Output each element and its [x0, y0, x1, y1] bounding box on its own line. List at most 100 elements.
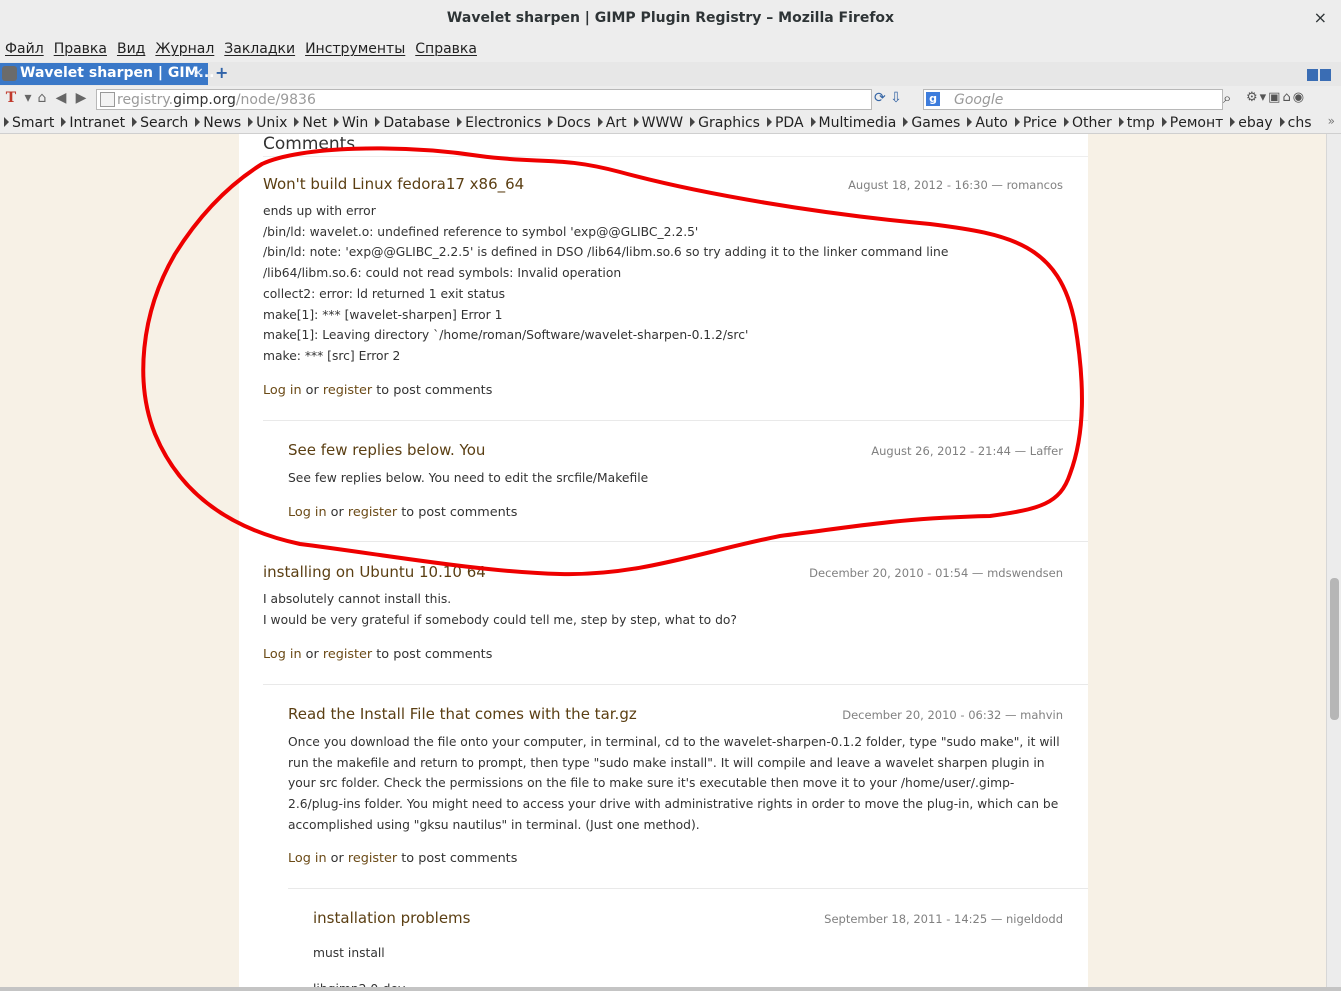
bookmark-folder-tmp[interactable]: tmp — [1115, 113, 1158, 131]
bookmark-folder-intranet[interactable]: Intranet — [57, 113, 128, 131]
bookmark-folder-remont[interactable]: Ремонт — [1158, 113, 1227, 131]
comment-line: /bin/ld: wavelet.o: undefined reference … — [263, 224, 699, 239]
google-engine-icon[interactable]: g — [926, 92, 940, 106]
bookmark-folder-search[interactable]: Search — [128, 113, 191, 131]
bookmark-folder-www[interactable]: WWW — [630, 113, 687, 131]
comment-line: must install — [313, 946, 385, 960]
bookmark-folder-ebay[interactable]: ebay — [1226, 113, 1275, 131]
comment-divider — [288, 541, 1088, 542]
search-magnifier-icon[interactable]: ⌕ — [1223, 89, 1240, 107]
menu-tools[interactable]: Инструменты — [300, 38, 410, 57]
url-path: /node/9836 — [235, 92, 316, 108]
register-link[interactable]: register — [348, 505, 397, 520]
tab-list-icons[interactable] — [1307, 66, 1335, 82]
tab-bar: Wavelet sharpen | GIM... × + — [0, 62, 1341, 87]
bookmark-folder-net[interactable]: Net — [290, 113, 330, 131]
bookmark-folder-other[interactable]: Other — [1060, 113, 1115, 131]
comment-divider — [263, 420, 1088, 421]
tab-group-icon[interactable] — [1307, 69, 1318, 81]
comment-meta: August 26, 2012 - 21:44 — Laffer — [871, 444, 1063, 458]
bookmark-folder-win[interactable]: Win — [330, 113, 371, 131]
bookmark-folder-chs[interactable]: chs — [1276, 113, 1315, 131]
comment-line: See few replies below. You need to edit … — [288, 471, 649, 485]
bookmark-folder-auto[interactable]: Auto — [963, 113, 1011, 131]
bookmarks-overflow-icon[interactable]: » — [1328, 114, 1335, 128]
bookmark-folder-multimedia[interactable]: Multimedia — [807, 113, 900, 131]
comment-line: I would be very grateful if somebody cou… — [263, 612, 737, 627]
tab-close-button[interactable]: × — [192, 65, 204, 81]
comment-line: /bin/ld: note: 'exp@@GLIBC_2.2.5' is def… — [263, 245, 949, 260]
register-link[interactable]: register — [323, 647, 372, 662]
post-comments-text: to post comments — [376, 647, 493, 662]
navigation-toolbar: T ▾ ⌂ ◀ ▶ registry.gimp.org/node/9836 ⟳ … — [0, 86, 1341, 112]
comment-body: ends up with error /bin/ld: wavelet.o: u… — [263, 201, 1063, 367]
menu-bookmarks[interactable]: Закладки — [219, 38, 300, 57]
comment-line: make[1]: *** [wavelet-sharpen] Error 1 — [263, 307, 503, 322]
comment-links: Log in or register to post comments — [263, 383, 492, 398]
bookmark-folder-graphics[interactable]: Graphics — [686, 113, 763, 131]
new-tab-button[interactable]: + — [215, 63, 228, 82]
reload-icon[interactable]: ⟳ ⇩ — [874, 90, 902, 106]
page-viewport: Comments Won't build Linux fedora17 x86_… — [0, 134, 1326, 991]
or-text: or — [305, 383, 319, 398]
url-bar[interactable]: registry.gimp.org/node/9836 — [96, 89, 872, 110]
url-domain: gimp.org — [173, 92, 236, 108]
bookmark-folder-database[interactable]: Database — [371, 113, 453, 131]
scrollbar-thumb[interactable] — [1330, 578, 1339, 720]
comment-meta: September 18, 2011 - 14:25 — nigeldodd — [824, 912, 1063, 926]
comment-links: Log in or register to post comments — [288, 851, 517, 866]
comment-body: Once you download the file onto your com… — [288, 732, 1065, 836]
register-link[interactable]: register — [348, 851, 397, 866]
back-icon[interactable]: ◀ — [53, 90, 69, 108]
post-comments-text: to post comments — [401, 505, 518, 520]
tab-list-icon[interactable] — [1320, 69, 1331, 81]
comment-title-link[interactable]: installation problems — [313, 909, 470, 927]
comment-line: /lib64/libm.so.6: could not read symbols… — [263, 266, 622, 281]
bookmark-folder-pda[interactable]: PDA — [763, 113, 807, 131]
bookmark-folder-smart[interactable]: Smart — [0, 113, 57, 131]
bookmark-folder-art[interactable]: Art — [594, 113, 630, 131]
bookmark-folder-price[interactable]: Price — [1011, 113, 1060, 131]
comment-title-link[interactable]: See few replies below. You — [288, 441, 485, 459]
bookmark-folder-unix[interactable]: Unix — [244, 113, 290, 131]
comment-links: Log in or register to post comments — [288, 505, 517, 520]
menu-help[interactable]: Справка — [410, 38, 482, 57]
status-strip — [0, 987, 1341, 991]
comment-title-link[interactable]: Read the Install File that comes with th… — [288, 705, 637, 723]
comment-divider — [288, 888, 1088, 889]
login-link[interactable]: Log in — [288, 505, 327, 520]
login-link[interactable]: Log in — [263, 383, 302, 398]
comment-divider — [263, 684, 1088, 685]
extension-toolbar-icons[interactable]: ⚙▾▣⌂◉ — [1246, 90, 1306, 105]
url-text[interactable]: registry.gimp.org/node/9836 — [117, 92, 316, 108]
forward-icon[interactable]: ▶ — [73, 90, 89, 108]
site-identity-icon[interactable] — [100, 92, 115, 107]
heading-divider — [263, 156, 1088, 157]
tab-wavelet-sharpen[interactable]: Wavelet sharpen | GIM... × — [0, 63, 214, 85]
register-link[interactable]: register — [323, 383, 372, 398]
login-link[interactable]: Log in — [263, 647, 302, 662]
bookmark-folder-news[interactable]: News — [191, 113, 244, 131]
search-bar[interactable]: g Google — [923, 89, 1223, 110]
vertical-scrollbar[interactable] — [1326, 134, 1341, 991]
comment-meta: December 20, 2010 - 01:54 — mdswendsen — [809, 566, 1063, 580]
menu-history[interactable]: Журнал — [150, 38, 219, 57]
text-extension-icon[interactable]: T — [3, 90, 19, 108]
comment-title-link[interactable]: installing on Ubuntu 10.10 64 — [263, 563, 486, 581]
menu-bar: Файл Правка Вид Журнал Закладки Инструменты Сп… — [0, 38, 1341, 62]
menu-view[interactable]: Вид — [112, 38, 150, 57]
login-link[interactable]: Log in — [288, 851, 327, 866]
comment-title-link[interactable]: Won't build Linux fedora17 x86_64 — [263, 175, 524, 193]
bookmark-folder-electronics[interactable]: Electronics — [453, 113, 544, 131]
bookmark-folder-games[interactable]: Games — [899, 113, 963, 131]
comment-line: collect2: error: ld returned 1 exit stat… — [263, 286, 506, 301]
menu-file[interactable]: Файл — [0, 38, 49, 57]
comment-meta: December 20, 2010 - 06:32 — mahvin — [842, 708, 1063, 722]
search-input[interactable]: Google — [954, 92, 1003, 108]
window-close-button[interactable]: × — [1314, 8, 1327, 27]
home-icon[interactable]: ⌂ — [34, 90, 50, 108]
comment-line: Once you download the file onto your com… — [288, 735, 1060, 832]
menu-edit[interactable]: Правка — [49, 38, 112, 57]
bookmark-folder-docs[interactable]: Docs — [544, 113, 593, 131]
comment-links: Log in or register to post comments — [263, 647, 492, 662]
